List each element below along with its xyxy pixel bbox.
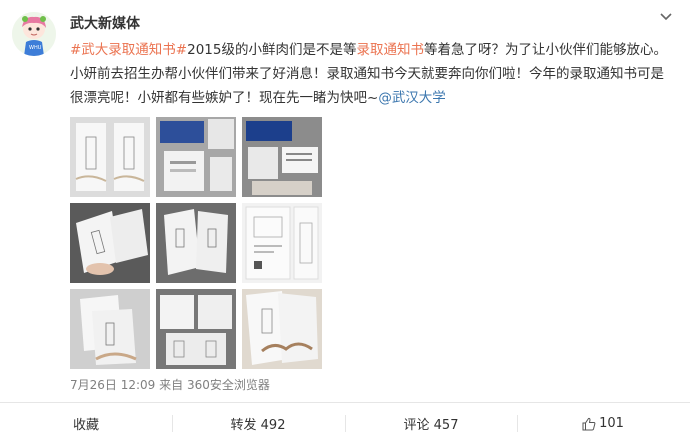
author-avatar[interactable]: WHU [12,12,56,56]
photo-thumbnail[interactable] [156,203,236,283]
repost-button[interactable]: 转发 492 [172,403,344,444]
photo-thumbnail[interactable] [70,117,150,197]
photo-thumbnail[interactable] [156,117,236,197]
post-meta: 7月26日 12:09 来自 360安全浏览器 [70,376,270,393]
like-count: 101 [599,416,624,431]
mention-link[interactable]: @武汉大学 [378,90,446,106]
photo-thumbnail[interactable] [242,203,322,283]
keyword-link[interactable]: 录取通知书 [356,42,424,58]
photo-thumbnail[interactable] [70,289,150,369]
repost-label: 转发 492 [230,418,286,433]
photo-grid [70,117,322,370]
topic-link[interactable]: #武大录取通知书# [70,42,187,58]
favorite-label: 收藏 [72,418,99,433]
comment-button[interactable]: 评论 457 [345,403,517,444]
comment-label: 评论 457 [403,418,459,433]
post-text: #武大录取通知书#2015级的小鲜肉们是不是等录取通知书等着急了呀？为了让小伙伴… [70,38,670,110]
post-source: 来自 360安全浏览器 [159,378,270,392]
photo-thumbnail[interactable] [70,203,150,283]
like-button[interactable]: 101 [517,403,689,444]
photo-thumbnail[interactable] [242,117,322,197]
thumbs-up-icon [582,417,596,430]
photo-thumbnail[interactable] [156,289,236,369]
post-text-segment: 2015级的小鲜肉们是不是等 [187,42,357,58]
action-bar: 收藏 转发 492 评论 457 101 [0,403,690,444]
favorite-button[interactable]: 收藏 [0,403,172,444]
post-timestamp[interactable]: 7月26日 12:09 [70,378,155,392]
svg-text:WHU: WHU [29,45,42,51]
photo-thumbnail[interactable] [242,289,322,369]
chevron-down-icon[interactable] [658,9,674,25]
weibo-post-card: WHU 武大新媒体 #武大录取通知书#2015级的小鲜肉们是不是等录取通知书等着… [0,0,690,444]
author-name[interactable]: 武大新媒体 [70,13,140,33]
